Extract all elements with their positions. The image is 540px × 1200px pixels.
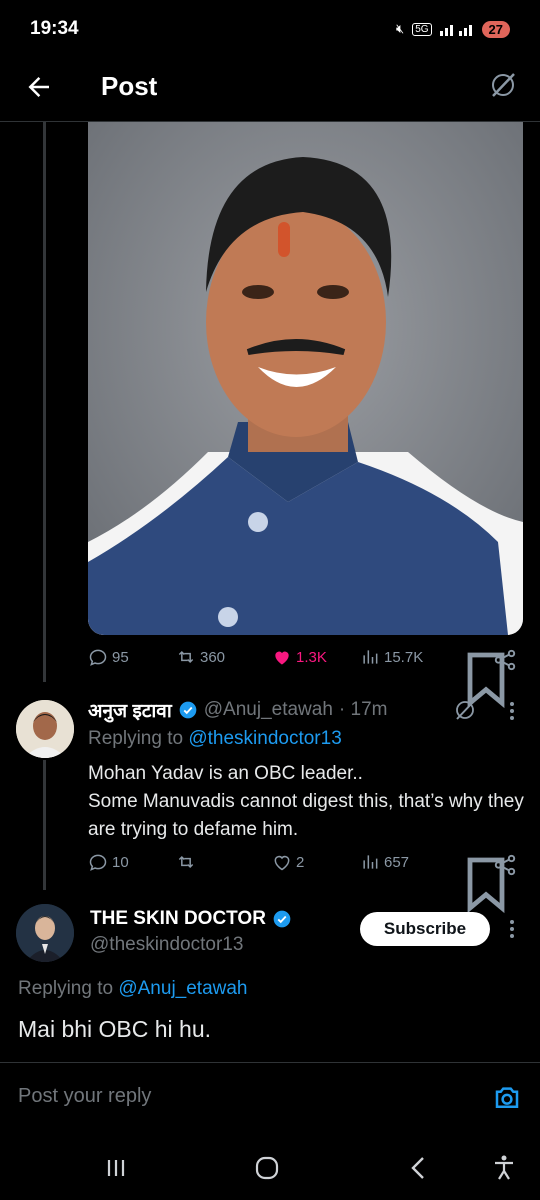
battery-indicator: 27 (481, 20, 510, 38)
replying-to: Replying to @theskindoctor13 (88, 728, 342, 750)
thread-line (43, 122, 46, 682)
verified-badge-icon (273, 910, 291, 928)
avatar[interactable] (16, 700, 74, 758)
reply-line: Some Manuvadis cannot digest this, that’… (88, 791, 524, 840)
views-icon (363, 855, 378, 869)
views-action[interactable]: 15.7K (360, 647, 423, 667)
views-count: 657 (384, 853, 410, 871)
signal-icon (439, 25, 472, 36)
post-action-bar: 95 360 1.3K 15.7K (88, 645, 518, 709)
replying-to-link[interactable]: @theskindoctor13 (188, 728, 341, 749)
share-icon[interactable] (492, 647, 518, 673)
repost-count: 360 (200, 648, 226, 666)
author-name[interactable]: अनुज इटावा (88, 697, 172, 723)
more-options-icon[interactable] (509, 701, 515, 721)
back-icon[interactable] (403, 1152, 435, 1184)
reply-composer (0, 1062, 540, 1132)
home-icon[interactable] (251, 1152, 283, 1184)
heart-icon (274, 855, 290, 871)
repost-icon (178, 855, 194, 869)
views-action[interactable]: 657 (360, 852, 409, 872)
views-count: 15.7K (384, 648, 424, 666)
network-label: 5G (412, 22, 432, 36)
repost-icon (178, 650, 194, 664)
reply-input[interactable] (18, 1085, 418, 1108)
repost-action[interactable] (176, 852, 200, 872)
author-handle[interactable]: @theskindoctor13 (90, 934, 243, 956)
like-action[interactable]: 2 (272, 852, 304, 872)
reply-icon (89, 854, 107, 871)
thread-line (43, 760, 46, 890)
share-icon[interactable] (492, 852, 518, 878)
reply-count: 95 (112, 648, 129, 666)
status-time: 19:34 (30, 18, 79, 39)
status-bar: 19:34 🔇︎ 5G 27 (0, 0, 540, 58)
reply1-header: अनुज इटावा @Anuj_etawah · 17m (88, 697, 387, 723)
subscribe-button[interactable]: Subscribe (360, 912, 490, 946)
like-count: 2 (296, 853, 305, 871)
reply-action[interactable]: 10 (88, 852, 129, 872)
author-name[interactable]: THE SKIN DOCTOR (90, 908, 266, 930)
reply-count: 10 (112, 853, 129, 871)
grok-icon[interactable] (453, 698, 477, 722)
post-time: · 17m (338, 699, 388, 720)
mute-icon: 🔇︎ (395, 21, 405, 36)
reply1-text: Mohan Yadav is an OBC leader.. Some Manu… (88, 760, 528, 844)
portrait-illustration (88, 122, 523, 635)
replying-to-link[interactable]: @Anuj_etawah (118, 978, 247, 999)
replying-prefix: Replying to (88, 728, 189, 749)
reply2-header: THE SKIN DOCTOR (90, 908, 292, 930)
camera-icon[interactable] (492, 1083, 522, 1113)
replying-prefix: Replying to (18, 978, 119, 999)
status-icons: 🔇︎ 5G 27 (395, 20, 510, 38)
grok-icon[interactable] (488, 70, 518, 100)
post-header: Post (0, 58, 540, 122)
views-icon (363, 650, 378, 664)
avatar[interactable] (16, 904, 74, 962)
like-action[interactable]: 1.3K (272, 647, 327, 667)
reply-icon (89, 649, 107, 666)
back-arrow-icon[interactable] (24, 72, 54, 102)
author-handle[interactable]: @Anuj_etawah (204, 699, 333, 721)
post-image[interactable] (88, 122, 523, 635)
recent-apps-icon[interactable] (100, 1152, 132, 1184)
replying-to: Replying to @Anuj_etawah (18, 978, 248, 1000)
verified-badge-icon (179, 701, 197, 719)
repost-action[interactable]: 360 (176, 647, 225, 667)
reply2-text: Mai bhi OBC hi hu. (18, 1016, 212, 1042)
system-nav-bar (0, 1132, 540, 1200)
like-count: 1.3K (296, 648, 327, 666)
page-title: Post (101, 71, 158, 101)
accessibility-icon[interactable] (488, 1152, 520, 1184)
heart-filled-icon (275, 651, 289, 665)
reply-action[interactable]: 95 (88, 647, 129, 667)
reply1-action-bar: 10 2 657 (88, 850, 518, 914)
more-options-icon[interactable] (509, 919, 515, 939)
reply-line: Mohan Yadav is an OBC leader.. (88, 763, 363, 784)
